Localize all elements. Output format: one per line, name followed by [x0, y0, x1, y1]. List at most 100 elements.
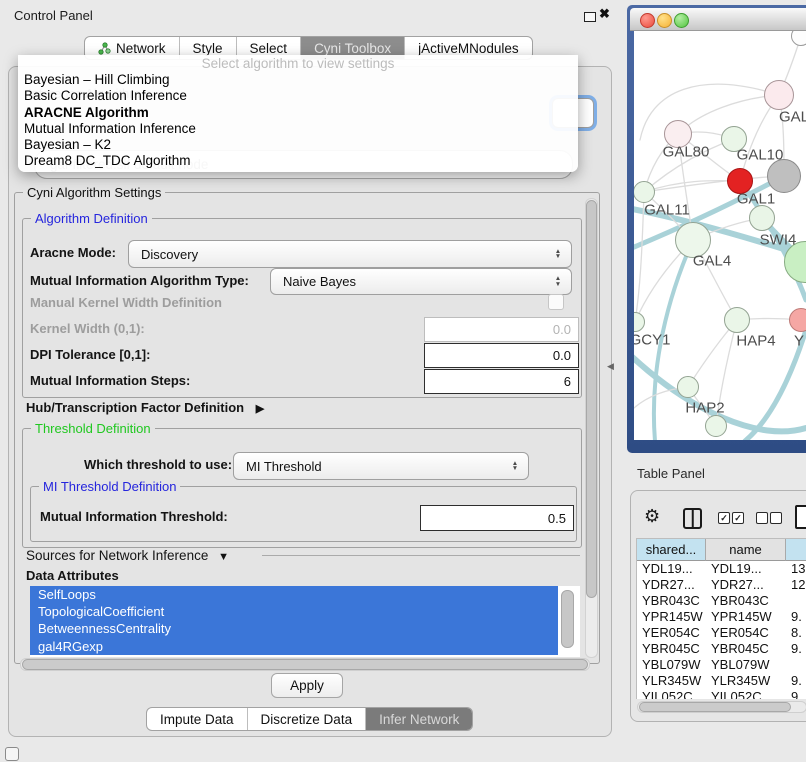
network-node[interactable] [767, 159, 801, 193]
table-cell: YBR045C [706, 641, 786, 657]
combo-arrows-icon: ▲▼ [550, 249, 566, 260]
network-node[interactable] [705, 415, 727, 437]
table-panel-title: Table Panel [637, 466, 705, 481]
table-row[interactable]: YER054CYER054C8. [637, 625, 806, 641]
data-attribute-item[interactable]: BetweennessCentrality [30, 620, 558, 637]
manual-kernel-checkbox[interactable] [548, 294, 564, 310]
table-row[interactable]: YDL19...YDL19...13 [637, 561, 806, 577]
aracne-mode-label: Aracne Mode: [30, 240, 116, 266]
network-node[interactable] [724, 307, 750, 333]
gear-icon[interactable]: ⚙ [644, 506, 660, 527]
table-cell: 9. [786, 641, 806, 657]
node-label: HAP4 [736, 333, 775, 350]
close-traffic-light[interactable] [640, 13, 655, 28]
checked-checkbox-icon[interactable]: ✓ [732, 512, 744, 524]
table-row[interactable]: YBL079WYBL079W [637, 657, 806, 673]
network-node[interactable] [749, 205, 775, 231]
which-threshold-combo[interactable]: MI Threshold ▲▼ [233, 452, 529, 480]
node-label: HAP2 [685, 400, 724, 417]
table-cell: YBL079W [706, 657, 786, 673]
mi-algorithm-type-combo[interactable]: Naive Bayes ▲▼ [270, 268, 572, 295]
tab-impute-data[interactable]: Impute Data [147, 708, 248, 730]
table-row[interactable]: YBR043CYBR043C [637, 593, 806, 609]
table-hscrollbar-thumb[interactable] [639, 702, 791, 712]
list-scrollbar-thumb[interactable] [561, 590, 574, 648]
threshold-definition-legend: Threshold Definition [31, 421, 155, 436]
data-attributes-list[interactable]: SelfLoopsTopologicalCoefficientBetweenne… [30, 586, 580, 657]
mi-threshold-field[interactable]: 0.5 [420, 505, 574, 531]
disclosure-down-icon[interactable]: ▼ [218, 551, 229, 563]
splitter-collapse-icon[interactable]: ◀ [607, 361, 614, 372]
algorithm-option[interactable]: Bayesian – K2 [18, 137, 578, 153]
tab-infer-network[interactable]: Infer Network [366, 708, 472, 730]
node-label: Y [794, 333, 804, 350]
dpi-tolerance-label: DPI Tolerance [0,1]: [30, 343, 150, 366]
algorithm-option[interactable]: Basic Correlation Inference [18, 88, 578, 104]
data-attribute-item[interactable]: gal4RGexp [30, 638, 558, 655]
float-window-icon[interactable] [584, 12, 596, 22]
table-cell: YBL079W [637, 657, 706, 673]
checked-checkbox-icon[interactable]: ✓ [718, 512, 730, 524]
document-icon[interactable] [795, 505, 806, 529]
hub-definition-toggle[interactable]: Hub/Transcription Factor Definition ▶ [26, 399, 264, 417]
data-attribute-item[interactable]: SelfLoops [30, 586, 558, 603]
node-table[interactable]: shared...nameA YDL19...YDL19...13YDR27..… [636, 538, 806, 699]
table-cell: 9 [786, 689, 806, 699]
table-row[interactable]: YLR345WYLR345W9. [637, 673, 806, 689]
minimized-panel-icon[interactable] [5, 747, 19, 761]
node-label: GAL80 [663, 144, 710, 161]
network-canvas[interactable]: GALGAL80GAL10GAL1GAL11SWI4GAL4GCY1HAP4YH… [634, 31, 806, 440]
column-header-3[interactable]: A [786, 539, 806, 561]
network-node[interactable] [677, 376, 699, 398]
combo-arrows-icon: ▲▼ [507, 461, 523, 472]
mi-steps-label: Mutual Information Steps: [30, 369, 190, 392]
data-attribute-item[interactable]: TopologicalCoefficient [30, 603, 558, 620]
table-cell: YLR345W [637, 673, 706, 689]
mi-steps-field[interactable]: 6 [424, 369, 579, 394]
table-cell: YER054C [637, 625, 706, 641]
node-label: GAL1 [737, 191, 775, 208]
algorithm-definition-legend: Algorithm Definition [31, 211, 152, 226]
control-panel-title: Control Panel [14, 8, 93, 23]
network-node[interactable] [764, 80, 794, 110]
table-cell: YIL052C [706, 689, 786, 699]
table-row[interactable]: YBR045CYBR045C9. [637, 641, 806, 657]
algorithm-option[interactable]: Mutual Information Inference [18, 121, 578, 137]
table-row[interactable]: YIL052CYIL052C9 [637, 689, 806, 699]
combo-arrows-icon: ▲▼ [550, 276, 566, 287]
minimize-traffic-light[interactable] [657, 13, 672, 28]
tab-discretize-data[interactable]: Discretize Data [248, 708, 367, 730]
algorithm-option[interactable]: ARACNE Algorithm [18, 105, 578, 121]
node-label: GAL11 [644, 202, 690, 219]
table-cell: 12 [786, 577, 806, 593]
aracne-mode-combo[interactable]: Discovery ▲▼ [128, 240, 572, 268]
table-cell: YBR045C [637, 641, 706, 657]
split-columns-icon[interactable] [683, 508, 702, 529]
network-node[interactable] [789, 308, 806, 332]
zoom-traffic-light[interactable] [674, 13, 689, 28]
algorithm-option[interactable]: Bayesian – Hill Climbing [18, 72, 578, 88]
table-row[interactable]: YPR145WYPR145W9. [637, 609, 806, 625]
column-header-2[interactable]: name [706, 539, 786, 561]
column-header-1[interactable]: shared... [637, 539, 706, 561]
settings-scrollbar-thumb[interactable] [586, 200, 597, 598]
network-node[interactable] [634, 181, 655, 203]
close-icon[interactable]: ✖ [599, 6, 610, 22]
dpi-tolerance-field[interactable]: 0.0 [424, 343, 579, 368]
table-cell: YPR145W [706, 609, 786, 625]
settings-hscrollbar-thumb[interactable] [22, 659, 588, 670]
apply-button[interactable]: Apply [271, 673, 343, 698]
unchecked-checkbox-icon[interactable] [770, 512, 782, 524]
algorithm-option[interactable]: Dream8 DC_TDC Algorithm [18, 153, 578, 169]
kernel-width-field[interactable]: 0.0 [424, 317, 579, 342]
sources-toggle[interactable]: Sources for Network Inference ▼ [26, 548, 229, 564]
algorithm-dropdown-popup: Select algorithm to view settings Bayesi… [18, 55, 578, 172]
manual-kernel-label: Manual Kernel Width Definition [30, 295, 222, 311]
node-label: GAL [779, 109, 806, 126]
table-row[interactable]: YDR27...YDR27...12 [637, 577, 806, 593]
disclosure-right-icon[interactable]: ▶ [256, 403, 264, 415]
unchecked-checkbox-icon[interactable] [756, 512, 768, 524]
network-window-titlebar[interactable] [630, 8, 806, 31]
table-cell: YDL19... [637, 561, 706, 577]
table-cell: YDR27... [706, 577, 786, 593]
